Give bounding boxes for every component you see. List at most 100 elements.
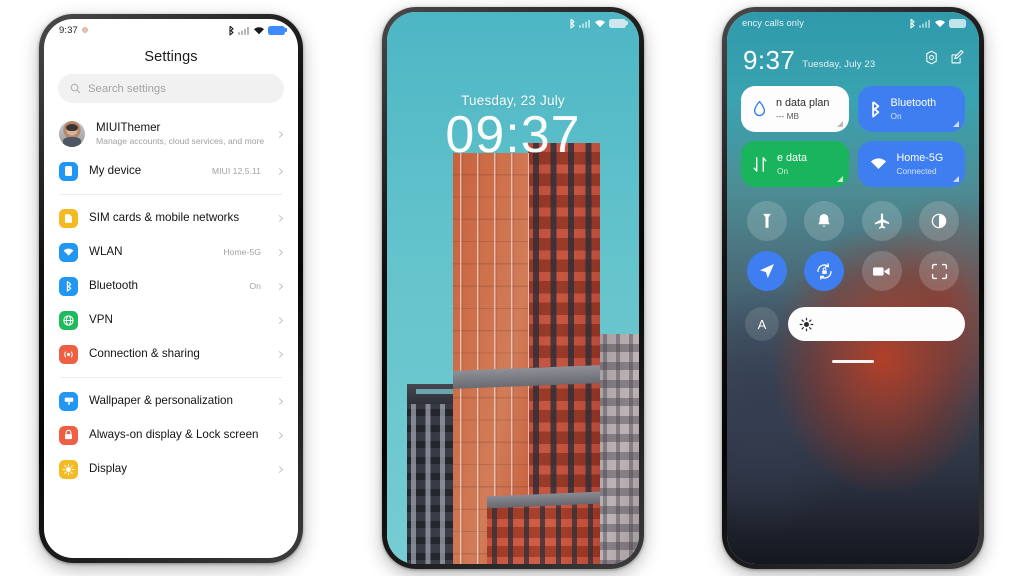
phone2-screen-frame: Tuesday, 23 July 09:37 [387,12,639,564]
wifi-icon [934,19,945,27]
lock-screen: Tuesday, 23 July 09:37 [387,12,639,564]
wifi-icon [253,26,264,34]
list-item-bluetooth[interactable]: Bluetooth On [44,269,298,303]
tile-expand-corner-icon[interactable] [836,121,843,127]
list-item-label: Display [89,462,128,475]
brightness-row[interactable]: A [727,291,979,341]
divider [60,377,282,378]
list-item-label: My device [89,164,142,177]
dark-mode-icon[interactable] [919,201,960,241]
list-item-value: Home-5G [223,247,261,257]
list-item-always-on-display[interactable]: Always-on display & Lock screen [44,418,298,452]
status-bar: 9:37 [44,19,298,41]
search-input[interactable]: Search settings [58,74,284,103]
tile-bluetooth[interactable]: Bluetooth On [857,86,965,132]
settings-group-network: SIM cards & mobile networks WLAN Home-5G [44,201,298,371]
tile-wlan[interactable]: Home-5G Connected [857,141,965,187]
list-item-label: Wallpaper & personalization [89,394,233,407]
tile-subtitle: On [890,111,902,121]
bluetooth-icon [871,101,879,118]
list-item-label: Bluetooth [89,279,138,292]
list-item-display[interactable]: Display [44,452,298,486]
avatar [59,121,85,147]
mobile-data-icon [753,156,767,172]
phone3-screen-frame: ency calls only 9:37 Tuesday, July 23 n … [727,12,979,564]
chevron-right-icon [275,167,284,175]
list-item-subtitle: Manage accounts, cloud services, and mor… [96,136,265,147]
tile-title: Bluetooth [890,97,937,109]
chevron-right-icon [275,248,284,256]
signal-icon [238,26,249,35]
clock-label: 9:37 [743,45,796,75]
settings-group-display: Wallpaper & personalization Always-on di… [44,384,298,486]
wallpaper-showcase: 9:37 Settings Search settings MIUIThemer… [0,0,1024,576]
list-item-vpn[interactable]: VPN [44,303,298,337]
list-item-label: VPN [89,313,113,326]
battery-icon [609,18,628,28]
bluetooth-icon [228,25,234,35]
quick-tiles[interactable]: n data plan --- MB Bluetooth On e data O… [727,74,979,187]
list-item-value: MIUI 12.5.11 [211,166,261,176]
settings-gear-icon[interactable] [924,50,939,70]
flashlight-icon[interactable] [746,201,787,241]
tile-mobile-data[interactable]: e data On [741,141,849,187]
search-icon [70,83,81,94]
auto-brightness-button[interactable]: A [745,307,779,341]
rotation-lock-icon[interactable] [804,251,845,291]
battery-icon [949,18,968,28]
home-indicator[interactable] [832,360,874,363]
tile-expand-corner-icon[interactable] [953,121,959,127]
list-item-value: On [249,281,261,291]
brightness-slider[interactable] [788,307,965,341]
list-item-my-device[interactable]: My device MIUI 12.5.11 [44,154,298,188]
bell-icon[interactable] [804,201,845,241]
search-placeholder: Search settings [88,82,166,95]
data-drop-icon [753,100,766,117]
tile-expand-corner-icon[interactable] [953,176,959,182]
toggle-grid[interactable] [727,187,979,291]
list-item-label: MIUIThemer [96,121,161,135]
signal-icon [579,19,590,28]
tile-title: n data plan [776,97,830,109]
list-item-sim-cards[interactable]: SIM cards & mobile networks [44,201,298,235]
wifi-icon [870,158,886,169]
chevron-right-icon [275,214,284,222]
device-icon [59,161,78,181]
screen-record-icon[interactable] [861,251,902,291]
sun-icon [799,317,814,331]
list-item-wlan[interactable]: WLAN Home-5G [44,235,298,269]
chevron-right-icon [275,316,284,324]
battery-icon [268,25,287,35]
list-item-wallpaper[interactable]: Wallpaper & personalization [44,384,298,418]
phone-lockscreen: Tuesday, 23 July 09:37 [382,7,644,569]
settings-screen: 9:37 Settings Search settings MIUIThemer… [44,19,298,558]
carrier-label: ency calls only [742,18,804,28]
chevron-right-icon [275,282,284,290]
bluetooth-icon [909,18,915,28]
location-icon[interactable] [746,251,787,291]
wallpaper-icon [59,391,78,411]
list-item-miuithemer[interactable]: MIUIThemer Manage accounts, cloud servic… [44,114,298,154]
globe-icon [59,310,78,330]
date-label: Tuesday, July 23 [802,59,876,70]
chevron-right-icon [275,397,284,405]
list-item-label: WLAN [89,245,123,258]
alarm-dot-icon [81,27,88,33]
tile-data-plan[interactable]: n data plan --- MB [741,86,849,132]
phone1-screen-frame: 9:37 Settings Search settings MIUIThemer… [44,19,298,558]
list-item-label: SIM cards & mobile networks [89,211,240,224]
chevron-right-icon [275,350,284,358]
lower-red-block [487,500,600,564]
background-building [599,334,639,564]
list-item-connection-sharing[interactable]: Connection & sharing [44,337,298,371]
edit-icon[interactable] [950,49,965,70]
sim-card-icon [59,208,78,228]
divider [60,194,282,195]
list-item-label: Connection & sharing [89,347,200,360]
tile-expand-corner-icon[interactable] [836,176,843,182]
settings-list[interactable]: MIUIThemer Manage accounts, cloud servic… [44,114,298,558]
airplane-icon[interactable] [861,201,902,241]
tile-title: e data [777,152,808,164]
screenshot-icon[interactable] [919,251,960,291]
phone-control-center: ency calls only 9:37 Tuesday, July 23 n … [722,7,984,569]
